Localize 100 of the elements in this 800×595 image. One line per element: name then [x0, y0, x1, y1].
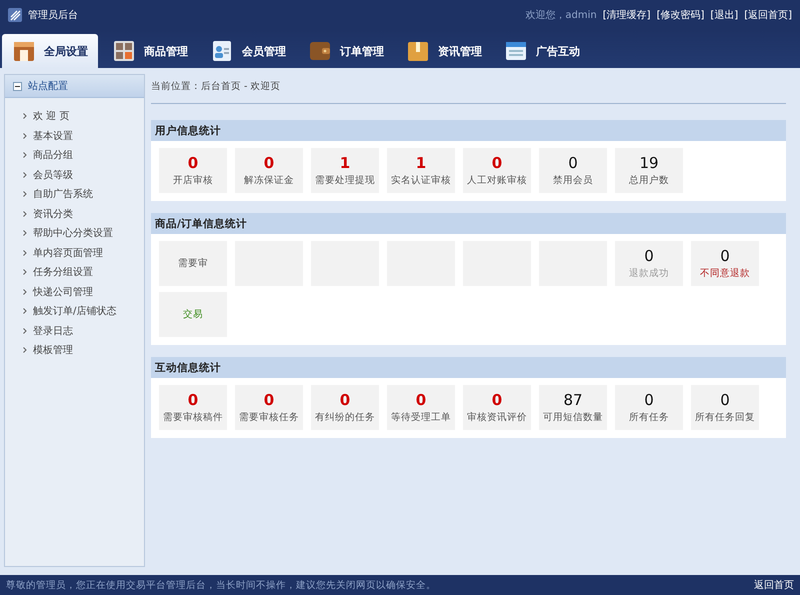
sidebar-item[interactable]: 帮助中心分类设置 [23, 225, 144, 241]
chevron-icon [23, 230, 27, 236]
stat-value: 0 [492, 154, 502, 172]
nav-tab[interactable]: 全局设置 [2, 34, 98, 68]
stat-value: 0 [264, 391, 274, 409]
stat-label: 需要审核稿件 [163, 411, 223, 424]
stat-label: 实名认证审核 [391, 174, 451, 187]
stat-value: 0 [644, 391, 654, 409]
sidebar-item[interactable]: 单内容页面管理 [23, 244, 144, 260]
sidebar-item[interactable]: 自助广告系统 [23, 186, 144, 202]
stat-card[interactable]: 1 需要处理提现 [311, 148, 379, 193]
stat-value: 0 [568, 154, 578, 172]
security-notice: 尊敬的管理员，您正在使用交易平台管理后台，当长时间不操作，建议您先关闭网页以确保安全。 [6, 578, 436, 592]
nav-tab[interactable]: 订单管理 [300, 34, 392, 68]
stat-card[interactable]: 19 总用户数 [615, 148, 683, 193]
stat-label: 总用户数 [629, 174, 669, 187]
chevron-icon [23, 288, 27, 294]
chevron-icon [23, 152, 27, 158]
stat-card[interactable]: 0 等待受理工单 [387, 385, 455, 430]
sidebar-item[interactable]: 触发订单/店铺状态 [23, 303, 144, 319]
stat-value: 19 [639, 154, 659, 172]
header-link[interactable]: [清理缓存] [602, 8, 651, 22]
app-title: 管理员后台 [28, 8, 79, 22]
chevron-icon [23, 210, 27, 216]
stat-label: 可用短信数量 [543, 411, 603, 424]
header-link[interactable]: [修改密码] [656, 8, 704, 22]
panel-title: 商品/订单信息统计 [155, 216, 247, 230]
wallet-icon [308, 39, 332, 63]
stat-value: 0 [644, 247, 654, 265]
stat-card[interactable]: 需要审 [159, 241, 227, 286]
stat-label: 解冻保证金 [244, 174, 294, 187]
stat-value: 0 [720, 391, 730, 409]
sidebar-item[interactable]: 基本设置 [23, 128, 144, 144]
header-link[interactable]: [退出] [710, 8, 738, 22]
chevron-icon [23, 191, 27, 197]
stat-card[interactable]: 0 不同意退款 [691, 241, 759, 286]
grid-icon [112, 39, 136, 63]
stat-card[interactable]: 0 所有任务回复 [691, 385, 759, 430]
stat-label: 审核资讯评价 [467, 411, 527, 424]
stat-label: 不同意退款 [700, 267, 750, 280]
sidebar-title: 站点配置 [28, 80, 68, 93]
stat-label: 等待受理工单 [391, 411, 451, 424]
stat-card[interactable]: 1 实名认证审核 [387, 148, 455, 193]
stat-card[interactable]: 87 可用短信数量 [539, 385, 607, 430]
stat-value: 0 [416, 391, 426, 409]
stat-card[interactable]: 0 需要审核稿件 [159, 385, 227, 430]
stat-value: 87 [563, 391, 583, 409]
chevron-icon [23, 132, 27, 138]
stat-label: 需要审核任务 [239, 411, 299, 424]
home-link[interactable]: 返回首页 [754, 578, 794, 592]
stat-card[interactable]: 0 退款成功 [615, 241, 683, 286]
stat-label: 开店审核 [173, 174, 213, 187]
window-icon [504, 39, 528, 63]
sidebar-item[interactable]: 模板管理 [23, 342, 144, 358]
stat-value: 0 [720, 247, 730, 265]
stat-card[interactable]: 交易 [159, 292, 227, 337]
panel-title: 互动信息统计 [155, 360, 221, 374]
collapse-icon[interactable] [13, 82, 22, 90]
sidebar-item[interactable]: 任务分组设置 [23, 264, 144, 280]
stat-value: 1 [340, 154, 350, 172]
stat-card[interactable]: 0 人工对账审核 [463, 148, 531, 193]
stat-card[interactable]: 0 有纠纷的任务 [311, 385, 379, 430]
sidebar-item[interactable]: 欢 迎 页 [23, 108, 144, 124]
stat-card[interactable]: 0 需要审核任务 [235, 385, 303, 430]
stat-value: 0 [340, 391, 350, 409]
stat-label: 所有任务回复 [695, 411, 755, 424]
chevron-icon [23, 172, 27, 178]
sidebar-item[interactable]: 会员等级 [23, 166, 144, 182]
chevron-icon [23, 250, 27, 256]
header-link[interactable]: [返回首页] [744, 8, 792, 22]
welcome-text: 欢迎您，admin [525, 8, 597, 22]
sidebar-item[interactable]: 快递公司管理 [23, 284, 144, 300]
stat-label: 所有任务 [629, 411, 669, 424]
nav-tab[interactable]: 广告互动 [496, 34, 588, 68]
sidebar-item[interactable]: 登录日志 [23, 322, 144, 338]
nav-tab[interactable]: 资讯管理 [398, 34, 490, 68]
store-icon [12, 39, 36, 63]
breadcrumb: 当前位置：后台首页 - 欢迎页 [151, 81, 280, 92]
nav-tab[interactable]: 会员管理 [202, 34, 294, 68]
stat-label: 需要审 [178, 257, 208, 270]
stat-card[interactable]: 0 禁用会员 [539, 148, 607, 193]
stat-value: 1 [416, 154, 426, 172]
stat-card[interactable]: 0 审核资讯评价 [463, 385, 531, 430]
stat-card[interactable]: 0 解冻保证金 [235, 148, 303, 193]
stat-value: 0 [188, 391, 198, 409]
stat-card[interactable]: 0 开店审核 [159, 148, 227, 193]
stat-label: 需要处理提现 [315, 174, 375, 187]
stat-card[interactable]: 0 所有任务 [615, 385, 683, 430]
stat-label: 有纠纷的任务 [315, 411, 375, 424]
nav-tab[interactable]: 商品管理 [104, 34, 196, 68]
stat-label: 禁用会员 [553, 174, 593, 187]
stat-value: 0 [492, 391, 502, 409]
stat-value: 0 [264, 154, 274, 172]
stat-label: 退款成功 [629, 267, 669, 280]
chevron-icon [23, 308, 27, 314]
stat-label: 人工对账审核 [467, 174, 527, 187]
sidebar-item[interactable]: 商品分组 [23, 147, 144, 163]
stat-label: 交易 [183, 308, 203, 321]
chevron-icon [23, 113, 27, 119]
sidebar-item[interactable]: 资讯分类 [23, 206, 144, 222]
